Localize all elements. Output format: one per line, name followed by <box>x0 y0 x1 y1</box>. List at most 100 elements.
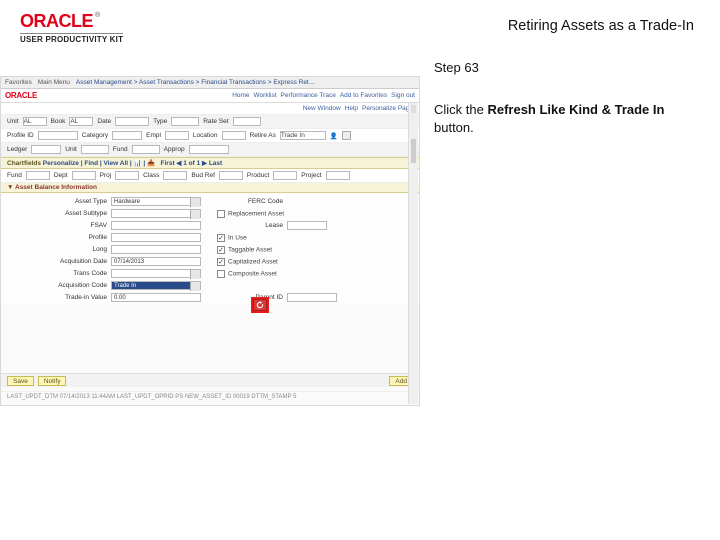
page-title: Retiring Assets as a Trade-In <box>508 18 694 34</box>
instruction-prefix: Click the <box>434 102 487 117</box>
ledger-unit-label: Unit <box>65 146 77 153</box>
asset-subtype-label: Asset Subtype <box>65 210 111 217</box>
lease-field[interactable] <box>287 221 327 230</box>
trans-code-field[interactable] <box>111 269 201 278</box>
cf-fund[interactable] <box>26 171 50 180</box>
notify-button[interactable]: Notify <box>38 376 67 386</box>
screenshot-panel: Favorites Main Menu Asset Management > A… <box>0 76 420 406</box>
breadcrumb[interactable]: Asset Management > Asset Transactions > … <box>76 79 315 86</box>
home-link[interactable]: Home <box>232 92 249 99</box>
col-product: Product <box>247 172 269 179</box>
main-menu[interactable]: Main Menu <box>38 79 70 86</box>
worklist-link[interactable]: Worklist <box>254 92 277 99</box>
cf-dept[interactable] <box>72 171 96 180</box>
profile-detail-field[interactable] <box>111 233 201 242</box>
oracle-app-screenshot: Favorites Main Menu Asset Management > A… <box>0 76 420 406</box>
cf-proj[interactable] <box>115 171 139 180</box>
fund-label: Fund <box>113 146 128 153</box>
mini-oracle-logo: ORACLE <box>5 91 37 100</box>
rateset-field[interactable] <box>233 117 261 126</box>
lookup-icon[interactable] <box>342 131 351 140</box>
unit-field[interactable]: AL <box>23 117 47 126</box>
upk-subtitle: USER PRODUCTIVITY KIT <box>20 33 123 44</box>
taggable-checkbox[interactable] <box>217 246 225 254</box>
inuse-checkbox[interactable] <box>217 234 225 242</box>
signout-link[interactable]: Sign out <box>391 92 415 99</box>
capitalized-row: Capitalized Asset <box>217 258 287 266</box>
book-field[interactable]: AL <box>69 117 93 126</box>
approp-field[interactable] <box>189 145 229 154</box>
pager-count[interactable]: First ◀ 1 of 1 ▶ Last <box>161 160 223 167</box>
date-field[interactable] <box>115 117 149 126</box>
asset-detail-grid: Asset Type Hardware FERC Code Asset Subt… <box>1 193 419 304</box>
type-label: Type <box>153 118 167 125</box>
tradein-value-field[interactable]: 0.00 <box>111 293 201 302</box>
composite-checkbox[interactable] <box>217 270 225 278</box>
acq-date-field[interactable]: 07/14/2013 <box>111 257 201 266</box>
instruction-bold: Refresh Like Kind & Trade In <box>487 102 664 117</box>
asset-type-field[interactable]: Hardware <box>111 197 201 206</box>
instruction-suffix: button. <box>434 120 474 135</box>
favorites-menu[interactable]: Favorites <box>5 79 32 86</box>
header: ORACLE® USER PRODUCTIVITY KIT Retiring A… <box>0 0 720 50</box>
col-fund: Fund <box>7 172 22 179</box>
addfav-link[interactable]: Add to Favorites <box>340 92 387 99</box>
replace-asset-checkbox[interactable] <box>217 210 225 218</box>
type-field[interactable] <box>171 117 199 126</box>
personalize-grid-link[interactable]: Personalize <box>43 160 79 167</box>
new-window-link[interactable]: New Window <box>303 105 341 112</box>
acq-date-label: Acquisition Date <box>60 258 111 265</box>
breadcrumb-bar: Favorites Main Menu Asset Management > A… <box>1 77 419 89</box>
category-field[interactable] <box>112 131 142 140</box>
asset-balance-header[interactable]: ▼ Asset Balance Information <box>1 183 419 193</box>
help-link[interactable]: Help <box>345 105 358 112</box>
refresh-like-kind-highlight <box>253 299 267 311</box>
scrollbar[interactable] <box>408 103 418 404</box>
capitalized-checkbox[interactable] <box>217 258 225 266</box>
profile-row: Profile ID Category Empl Location Retire… <box>1 129 419 143</box>
fsav-field[interactable] <box>111 221 201 230</box>
cf-project[interactable] <box>326 171 350 180</box>
col-dept: Dept <box>54 172 68 179</box>
ledger-unit-field[interactable] <box>81 145 109 154</box>
instruction-panel: Step 63 Click the Refresh Like Kind & Tr… <box>420 54 710 137</box>
asset-subtype-field[interactable] <box>111 209 201 218</box>
app-header-links: Home Worklist Performance Trace Add to F… <box>232 92 415 99</box>
save-button[interactable]: Save <box>7 376 34 386</box>
parent-id-field[interactable] <box>287 293 337 302</box>
oracle-logo: ORACLE® <box>20 12 100 30</box>
retireas-field[interactable]: Trade In <box>280 131 326 140</box>
profile-field[interactable] <box>38 131 78 140</box>
composite-row: Composite Asset <box>217 270 287 278</box>
col-proj: Proj <box>100 172 112 179</box>
inuse-row: In Use <box>217 234 287 242</box>
tradein-value-label: Trade-in Value <box>65 294 111 301</box>
chartfields-header: Chartfields Personalize | Find | View Al… <box>1 157 419 169</box>
person-icon: 👤 <box>330 132 338 140</box>
long-field[interactable] <box>111 245 201 254</box>
empl-field[interactable] <box>165 131 189 140</box>
cf-product[interactable] <box>273 171 297 180</box>
unit-row: Unit AL Book AL Date Type Rate Set <box>1 115 419 129</box>
perftrace-link[interactable]: Performance Trace <box>281 92 336 99</box>
cf-budref[interactable] <box>219 171 243 180</box>
col-project: Project <box>301 172 321 179</box>
location-field[interactable] <box>222 131 246 140</box>
page-action-bar: Save Notify Add <box>1 373 419 387</box>
acq-code-field[interactable]: Trade In <box>111 281 201 290</box>
personalize-link[interactable]: Personalize Page <box>362 105 413 112</box>
find-link[interactable]: Find | View All <box>84 160 128 167</box>
trans-code-label: Trans Code <box>73 270 111 277</box>
replace-asset-row: Replacement Asset <box>217 210 287 218</box>
empl-label: Empl <box>146 132 161 139</box>
book-label: Book <box>51 118 66 125</box>
fund-field[interactable] <box>132 145 160 154</box>
instruction-text: Click the Refresh Like Kind & Trade In b… <box>434 101 698 137</box>
location-label: Location <box>193 132 218 139</box>
profile-detail-label: Profile <box>89 234 111 241</box>
retireas-label: Retire As <box>250 132 276 139</box>
refresh-like-kind-trade-in-button[interactable] <box>253 299 267 311</box>
ledger-field[interactable] <box>31 145 61 154</box>
cf-class[interactable] <box>163 171 187 180</box>
category-label: Category <box>82 132 108 139</box>
